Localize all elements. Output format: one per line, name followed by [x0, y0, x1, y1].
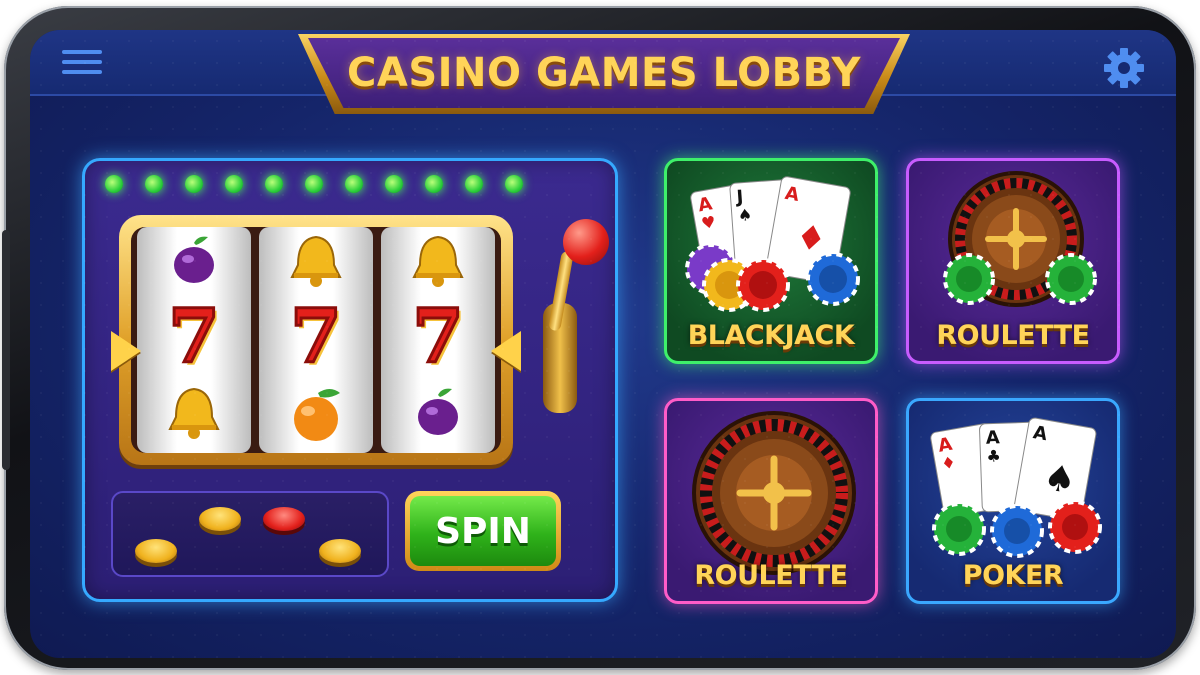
marquee-light — [505, 175, 523, 193]
game-screen: CASINO GAMES LOBBY 7 7 7 SPIN A ♥ J ♠ A … — [30, 30, 1176, 658]
slot-machine: 7 7 7 SPIN — [82, 158, 618, 602]
reel-2: 7 — [259, 227, 373, 453]
bell-icon — [412, 235, 464, 287]
payline-arrow-right — [491, 331, 521, 371]
marquee-light — [465, 175, 483, 193]
game-tile-label: BLACKJACK — [687, 320, 855, 351]
payline-arrow-left — [111, 331, 141, 371]
bet-button[interactable] — [135, 539, 177, 563]
game-tile-label: POKER — [962, 560, 1064, 591]
plum-icon — [418, 388, 458, 435]
bet-controls — [111, 491, 389, 577]
bet-button[interactable] — [263, 507, 305, 531]
reel-frame: 7 7 7 — [111, 215, 521, 465]
bet-button[interactable] — [319, 539, 361, 563]
reel-3: 7 — [381, 227, 495, 453]
tablet-frame: CASINO GAMES LOBBY 7 7 7 SPIN A ♥ J ♠ A … — [2, 6, 1196, 670]
marquee-light — [105, 175, 123, 193]
marquee-light — [145, 175, 163, 193]
reel-1: 7 — [137, 227, 251, 453]
marquee-light — [185, 175, 203, 193]
bell-icon — [290, 235, 342, 287]
spin-button[interactable]: SPIN — [405, 491, 561, 571]
menu-line — [62, 50, 102, 54]
menu-line — [62, 70, 102, 74]
game-tile-blackjack[interactable]: A ♥ J ♠ A ♦ BLACKJACK — [664, 158, 878, 364]
side-button — [2, 230, 10, 470]
seven-symbol: 7 — [167, 294, 221, 380]
seven-symbol: 7 — [289, 294, 343, 380]
lever-handle[interactable] — [563, 219, 609, 265]
plum-icon — [174, 236, 214, 283]
marquee-light — [345, 175, 363, 193]
game-tile-poker[interactable]: A ♦ A ♣ A ♠ POKER — [906, 398, 1120, 604]
svg-text:♠: ♠ — [737, 205, 753, 225]
bell-icon — [168, 387, 220, 439]
menu-line — [62, 60, 102, 64]
svg-text:♣: ♣ — [986, 446, 1001, 465]
reel-window: 7 7 7 — [131, 227, 501, 453]
game-tile-label: ROULETTE — [936, 320, 1090, 351]
game-tile-label: ROULETTE — [694, 560, 848, 591]
marquee-light — [385, 175, 403, 193]
page-title: CASINO GAMES LOBBY — [347, 50, 861, 96]
orange-icon — [294, 389, 340, 441]
seven-symbol: 7 — [411, 294, 465, 380]
game-tile-roulette[interactable]: ROULETTE — [906, 158, 1120, 364]
marquee-lights — [105, 175, 523, 193]
gear-icon[interactable] — [1102, 46, 1146, 90]
marquee-light — [305, 175, 323, 193]
marquee-light — [425, 175, 443, 193]
bet-button[interactable] — [199, 507, 241, 531]
game-tile-roulette[interactable]: ROULETTE — [664, 398, 878, 604]
spin-button-label: SPIN — [410, 496, 556, 566]
marquee-light — [225, 175, 243, 193]
marquee-light — [265, 175, 283, 193]
hamburger-menu-icon[interactable] — [62, 50, 102, 82]
